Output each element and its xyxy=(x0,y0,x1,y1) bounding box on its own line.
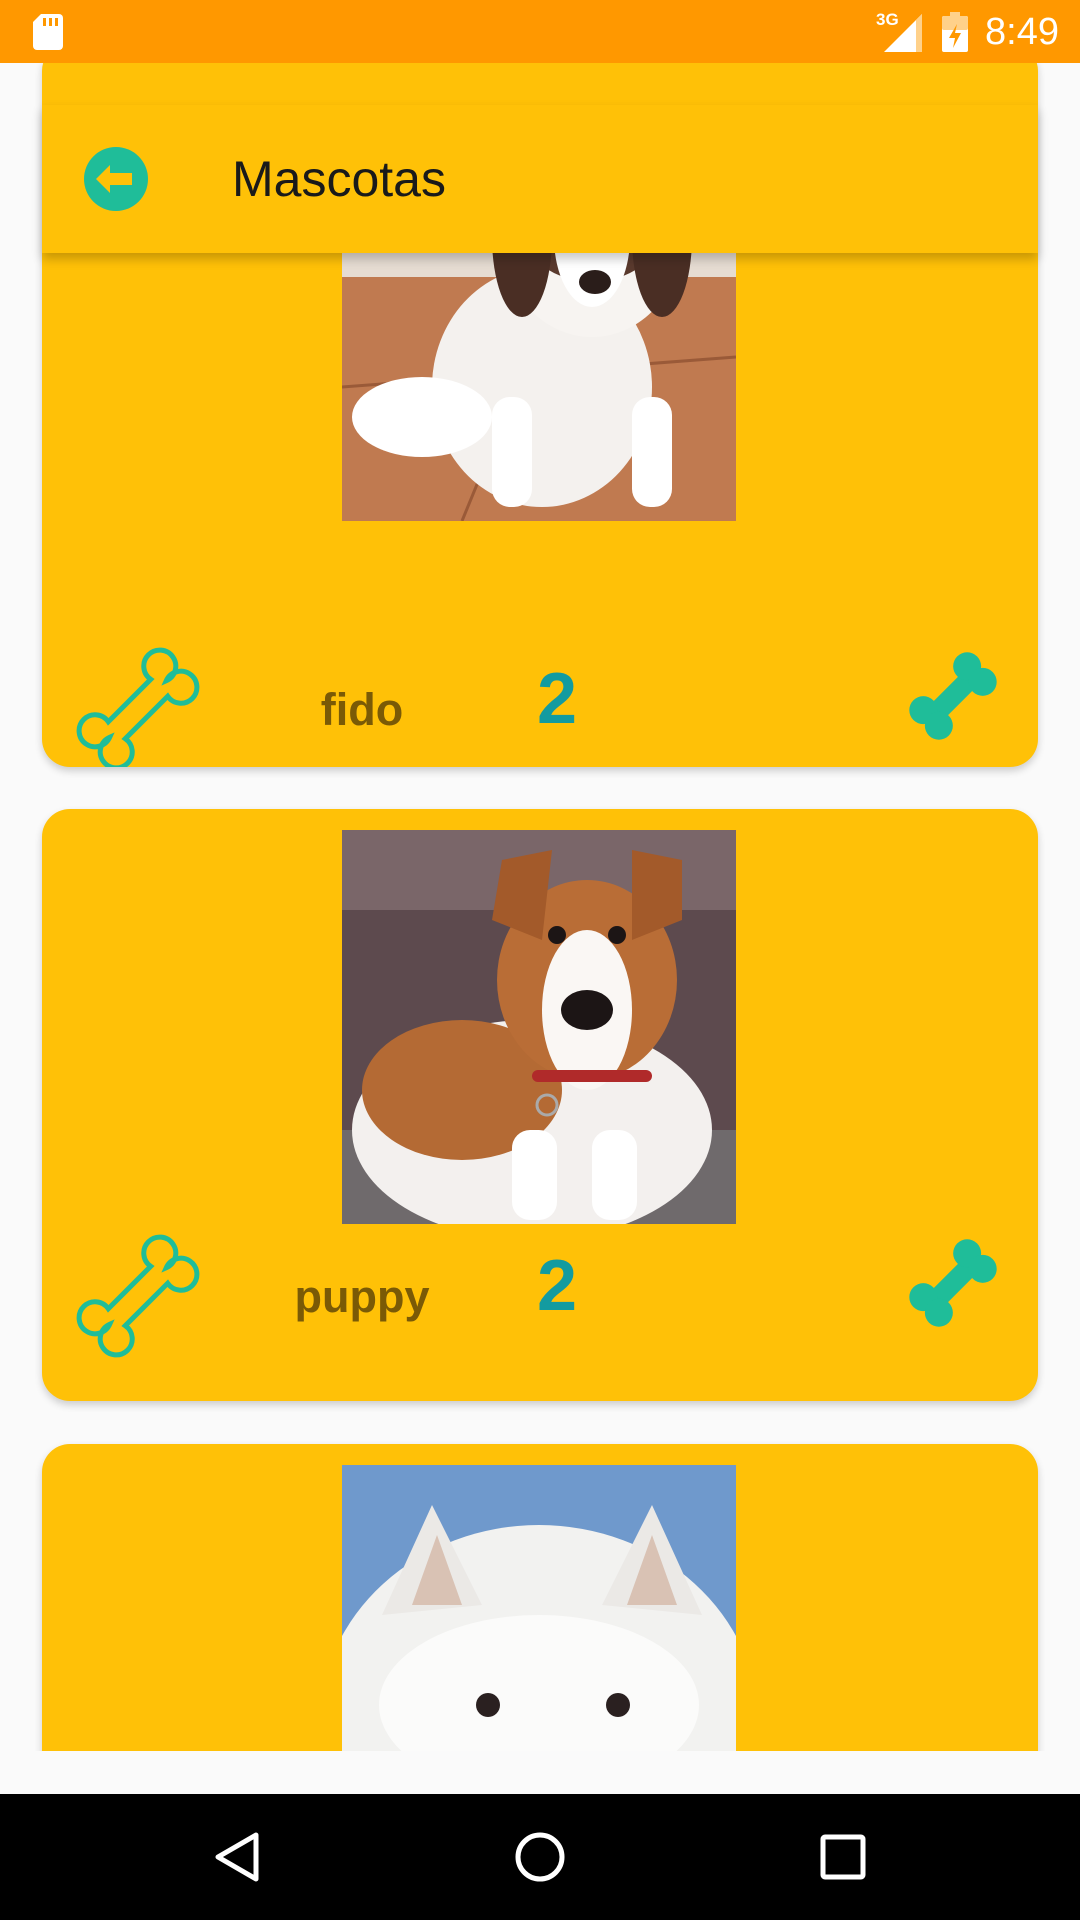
status-time: 8:49 xyxy=(985,11,1059,53)
pet-name: puppy xyxy=(294,1271,430,1322)
back-triangle-icon[interactable] xyxy=(208,1827,268,1887)
status-bar: 3G 8:49 xyxy=(0,0,1080,63)
recents-square-icon[interactable] xyxy=(813,1827,873,1887)
pet-list[interactable]: Mascotas fido 2 puppy 2 xyxy=(0,63,1080,1751)
pet-card: puppy 2 xyxy=(42,809,1038,1401)
bone-filled-icon[interactable] xyxy=(898,1228,1008,1338)
bone-outline-icon[interactable] xyxy=(72,1230,204,1362)
back-arrow-icon[interactable] xyxy=(82,145,150,213)
signal-icon xyxy=(884,14,922,52)
battery-charging-icon xyxy=(942,12,968,52)
app-toolbar: Mascotas xyxy=(42,105,1038,253)
bone-filled-icon[interactable] xyxy=(898,641,1008,751)
sd-card-icon xyxy=(33,14,63,50)
like-count: 2 xyxy=(536,1246,578,1326)
pet-photo-jack-russell xyxy=(342,830,736,1224)
like-count: 2 xyxy=(536,659,578,739)
pet-card xyxy=(42,1444,1038,1751)
bone-outline-icon[interactable] xyxy=(72,643,204,767)
page-title: Mascotas xyxy=(232,151,446,207)
pet-photo-westie xyxy=(342,1465,736,1751)
navigation-bar xyxy=(0,1794,1080,1920)
home-circle-icon[interactable] xyxy=(510,1827,570,1887)
pet-name: fido xyxy=(320,684,404,735)
